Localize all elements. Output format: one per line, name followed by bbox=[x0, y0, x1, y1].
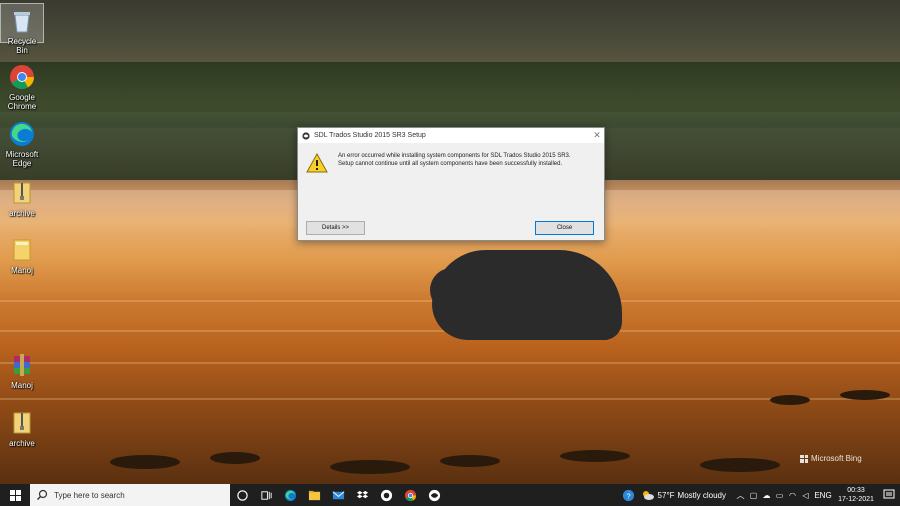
taskbar-search-box[interactable]: Type here to search bbox=[30, 484, 230, 506]
wallpaper-mud bbox=[560, 450, 630, 462]
taskbar-dropbox-button[interactable] bbox=[350, 484, 374, 506]
desktop-icon-edge[interactable]: Microsoft Edge bbox=[0, 117, 44, 168]
battery-icon[interactable]: ▭ bbox=[773, 484, 786, 506]
winrar-icon bbox=[14, 354, 30, 376]
desktop-icon-archive-1[interactable]: archive bbox=[0, 176, 44, 218]
chrome-icon bbox=[10, 65, 34, 90]
wallpaper-mud bbox=[440, 455, 500, 467]
setup-error-dialog: SDL Trados Studio 2015 SR3 Setup ✕ An er… bbox=[297, 127, 605, 241]
desktop-icon-recycle-bin[interactable]: Recycle Bin bbox=[0, 3, 44, 55]
chevron-up-icon[interactable]: ︿ bbox=[734, 484, 747, 506]
taskbar-mail-button[interactable] bbox=[326, 484, 350, 506]
details-button[interactable]: Details >> bbox=[306, 221, 365, 235]
weather-condition: Mostly cloudy bbox=[677, 490, 726, 500]
volume-icon[interactable]: ◁ bbox=[799, 484, 812, 506]
close-button[interactable]: Close bbox=[535, 221, 594, 235]
weather-temperature: 57°F bbox=[657, 490, 675, 500]
edge-icon bbox=[284, 489, 296, 501]
wallpaper-far-shore bbox=[0, 62, 900, 112]
system-tray: ? 57°F Mostly cloudy ︿ ▢ ☁ ▭ ◠ ◁ ENG 00:… bbox=[617, 484, 900, 506]
trados-app-icon bbox=[302, 131, 310, 140]
close-icon[interactable]: ✕ bbox=[590, 130, 604, 141]
taskbar-chrome-button[interactable] bbox=[398, 484, 422, 506]
desktop-icon-folder-manoj[interactable]: Manoj bbox=[0, 233, 44, 275]
desktop-icon-label: Manoj bbox=[11, 266, 33, 275]
network-icon[interactable]: ◠ bbox=[786, 484, 799, 506]
dialog-title: SDL Trados Studio 2015 SR3 Setup bbox=[314, 132, 426, 139]
desktop-icon-winrar-manoj[interactable]: Manoj bbox=[0, 348, 44, 390]
desktop-icon-archive-2[interactable]: archive bbox=[0, 406, 44, 448]
search-icon bbox=[37, 489, 48, 500]
wallpaper-mud bbox=[770, 395, 810, 405]
windows-logo-icon bbox=[800, 454, 808, 463]
notifications-button[interactable] bbox=[878, 489, 900, 501]
bing-watermark: Microsoft Bing bbox=[800, 454, 862, 463]
error-message: An error occurred while installing syste… bbox=[338, 152, 588, 168]
desktop-icon-chrome[interactable]: Google Chrome bbox=[0, 60, 44, 111]
taskbar-github-button[interactable] bbox=[374, 484, 398, 506]
taskbar-edge-button[interactable] bbox=[278, 484, 302, 506]
desktop-icon-label: archive bbox=[9, 209, 35, 218]
cortana-button[interactable] bbox=[230, 484, 254, 506]
dialog-body: An error occurred while installing syste… bbox=[298, 143, 604, 240]
desktop-icon-label: Google Chrome bbox=[7, 93, 37, 111]
warning-icon bbox=[306, 153, 328, 173]
recycle-bin-icon bbox=[14, 12, 30, 33]
chrome-icon bbox=[404, 489, 416, 501]
mail-icon bbox=[332, 490, 344, 499]
clock-date: 17-12-2021 bbox=[838, 496, 874, 503]
dropbox-icon bbox=[356, 490, 368, 498]
zip-folder-icon bbox=[13, 412, 31, 434]
wallpaper-mud bbox=[700, 458, 780, 472]
windows-logo-icon bbox=[9, 489, 21, 501]
watermark-text: Microsoft Bing bbox=[811, 454, 862, 463]
error-message-line-2: Setup cannot continue until all system c… bbox=[338, 161, 563, 167]
wallpaper-mud bbox=[210, 452, 260, 464]
desktop-icon-label: archive bbox=[9, 439, 35, 448]
taskbar-file-explorer-button[interactable] bbox=[302, 484, 326, 506]
meet-now-icon[interactable]: ▢ bbox=[747, 484, 760, 506]
language-indicator[interactable]: ENG bbox=[812, 484, 834, 506]
wallpaper-mud bbox=[330, 460, 410, 474]
cortana-circle-icon bbox=[236, 489, 248, 501]
desktop-wallpaper bbox=[0, 0, 900, 484]
notification-icon bbox=[883, 489, 895, 499]
clock[interactable]: 00:33 17-12-2021 bbox=[834, 486, 878, 504]
help-icon: ? bbox=[622, 489, 635, 501]
file-explorer-icon bbox=[308, 490, 320, 500]
taskbar: Type here to search ? 57°F Mostly cloudy… bbox=[0, 484, 900, 506]
weather-widget[interactable]: 57°F Mostly cloudy bbox=[641, 490, 726, 500]
error-message-line-1: An error occurred while installing syste… bbox=[338, 153, 571, 159]
help-button[interactable]: ? bbox=[617, 484, 641, 506]
wallpaper-ripple bbox=[0, 362, 900, 364]
trados-app-icon bbox=[428, 489, 440, 501]
wallpaper-ripple bbox=[0, 398, 900, 400]
onedrive-icon[interactable]: ☁ bbox=[760, 484, 773, 506]
search-placeholder: Type here to search bbox=[54, 490, 125, 500]
wallpaper-mud bbox=[110, 455, 180, 469]
cloudy-weather-icon bbox=[642, 491, 654, 500]
start-button[interactable] bbox=[0, 484, 30, 506]
github-icon bbox=[380, 489, 392, 501]
desktop-icon-label: Recycle Bin bbox=[7, 37, 37, 55]
taskbar-trados-button[interactable] bbox=[422, 484, 446, 506]
task-view-button[interactable] bbox=[254, 484, 278, 506]
desktop-icon-label: Manoj bbox=[11, 381, 33, 390]
desktop-icon-label: Microsoft Edge bbox=[5, 150, 39, 168]
wallpaper-rhino-legs bbox=[480, 320, 610, 340]
clock-time: 00:33 bbox=[847, 487, 865, 494]
wallpaper-mud bbox=[840, 390, 890, 400]
edge-icon bbox=[10, 122, 34, 146]
folder-icon bbox=[13, 239, 31, 261]
wallpaper-rhino-head bbox=[430, 268, 478, 312]
dialog-title-bar[interactable]: SDL Trados Studio 2015 SR3 Setup ✕ bbox=[298, 128, 604, 143]
svg-text:?: ? bbox=[626, 491, 630, 500]
task-view-icon bbox=[260, 490, 272, 500]
zip-folder-icon bbox=[13, 182, 31, 204]
